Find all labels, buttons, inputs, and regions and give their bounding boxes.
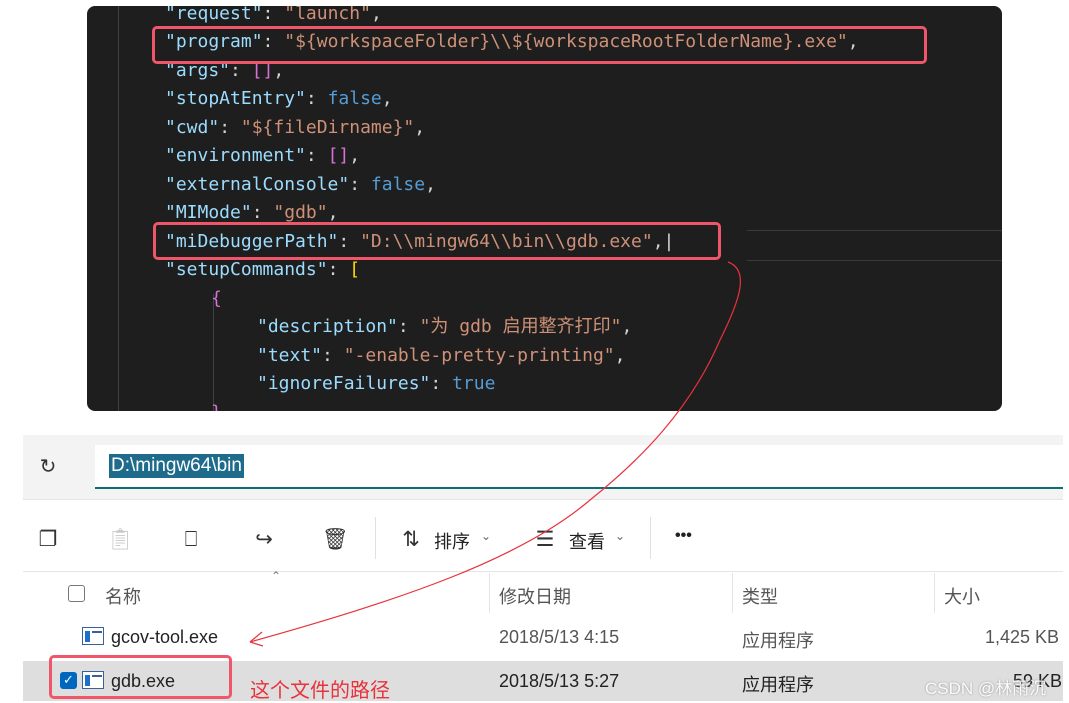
annotation-arrow bbox=[249, 261, 742, 647]
annotation-label: 这个文件的路径 bbox=[250, 678, 390, 702]
watermark: CSDN @林雨沉 bbox=[925, 679, 1047, 698]
